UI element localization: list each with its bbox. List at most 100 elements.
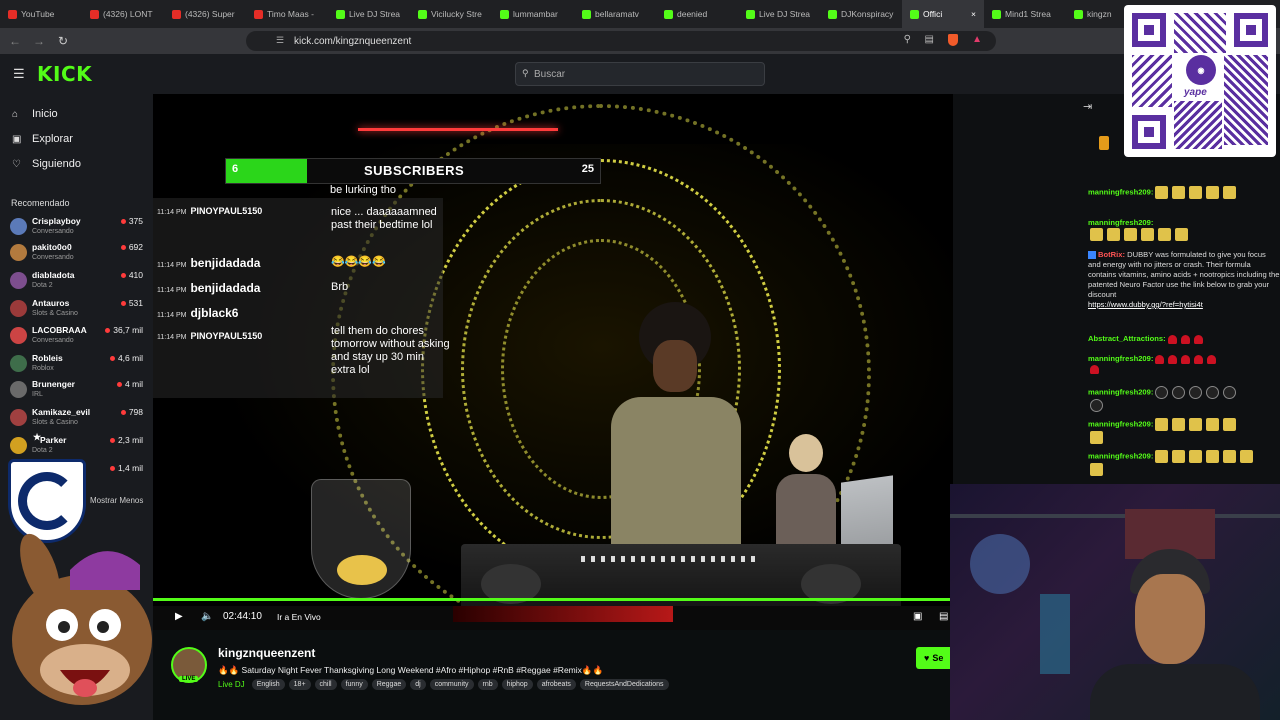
tag[interactable]: chill	[314, 679, 337, 690]
url-field[interactable]: ☰ kick.com/kingznqueenzent ⚲ ▤ ▲	[246, 31, 996, 51]
browser-tab[interactable]: (4326) Super	[164, 0, 246, 28]
tag[interactable]: hiphop	[501, 679, 533, 690]
nav-explore-label: Explorar	[32, 133, 73, 145]
woman-at-laptop	[771, 434, 841, 544]
browser-tab[interactable]: Live DJ Strea	[328, 0, 410, 28]
show-less-button[interactable]: Mostrar Menos	[90, 496, 143, 505]
channel-name: Kamikaze_evil	[32, 407, 91, 417]
channel-name[interactable]: kingznqueenzent	[218, 646, 315, 660]
recommended-channel[interactable]: Parker Dota 2 2,3 mil	[10, 435, 145, 461]
volume-icon[interactable]: 🔈	[201, 611, 213, 622]
kick-icon	[828, 9, 837, 19]
channel-category: Conversando	[32, 254, 74, 261]
chat-message: manningfresh209:	[1088, 418, 1280, 444]
viewer-count: 1,4 mil	[109, 463, 143, 473]
browser-tab[interactable]: lummambar	[492, 0, 574, 28]
tag[interactable]: RequestsAndDedications	[579, 679, 669, 690]
streamer-webcam	[950, 484, 1280, 720]
browser-tab-label: deenied	[677, 9, 708, 19]
recommended-channel[interactable]: diabladota Dota 2 410	[10, 270, 145, 296]
recommended-channel[interactable]: Antauros Slots & Casino 531	[10, 298, 145, 324]
brave-rewards-icon[interactable]: ▲	[972, 34, 982, 45]
chat-message: manningfresh209:	[1088, 186, 1280, 199]
browser-tab[interactable]: deenied	[656, 0, 738, 28]
browser-tab[interactable]: DJKonspiracy	[820, 0, 902, 28]
site-info-icon[interactable]: ☰	[276, 35, 284, 46]
tag[interactable]: dj	[410, 679, 426, 690]
menu-icon[interactable]: ☰	[13, 66, 25, 82]
reload-icon[interactable]: ↻	[54, 32, 72, 50]
go-live-button[interactable]: Ir a En Vivo	[277, 612, 321, 622]
chat-message: manningfresh209:	[1088, 354, 1280, 374]
forward-icon[interactable]: →	[30, 32, 48, 50]
video-player[interactable]: 6 SUBSCRIBERS 25 be lurking tho 11:14 PM…	[153, 94, 953, 610]
stream-title: 🔥🔥 Saturday Night Fever Thanksgiving Lon…	[218, 665, 604, 675]
recommended-channel[interactable]: Brunenger IRL 4 mil	[10, 379, 145, 405]
channel-category: Conversando	[32, 337, 74, 344]
tag[interactable]: funny	[340, 679, 368, 690]
theater-icon[interactable]: ▤	[939, 611, 948, 622]
browser-tab[interactable]: Vicilucky Stre	[410, 0, 492, 28]
follow-button[interactable]: ♥ Se	[916, 647, 953, 669]
zoom-icon[interactable]: ⚲	[904, 34, 911, 45]
overlay-chat-message: 11:14 PM benjidadada 😂😂😂😂	[157, 256, 386, 270]
kick-icon	[500, 9, 509, 19]
browser-tab[interactable]: Live DJ Strea	[738, 0, 820, 28]
search-placeholder: Buscar	[534, 68, 566, 80]
kick-logo[interactable]: KICK	[37, 62, 92, 86]
kick-icon	[746, 9, 755, 19]
pip-icon[interactable]: ▣	[913, 611, 922, 622]
back-icon[interactable]: ←	[6, 32, 24, 50]
recommended-channel[interactable]: LACOBRAAA Conversando 36,7 mil	[10, 325, 145, 351]
channel-category: Slots & Casino	[32, 310, 78, 317]
chat-link[interactable]: https://www.dubby.gg/?ref=hytisi4t	[1088, 300, 1203, 309]
streamer-body	[1090, 664, 1260, 720]
youtube-icon	[254, 9, 263, 19]
browser-tab[interactable]: Offici ×	[902, 0, 984, 28]
video-progress-fill	[153, 598, 953, 601]
kick-icon	[664, 9, 673, 19]
tag[interactable]: afrobeats	[536, 679, 576, 690]
channel-name: pakito0o0	[32, 242, 72, 252]
viewer-count: 692	[120, 242, 143, 252]
overlay-chat-text: be lurking tho	[330, 184, 397, 196]
tag[interactable]: English	[251, 679, 285, 690]
tag[interactable]: Reggae	[371, 679, 407, 690]
youtube-icon	[8, 9, 17, 19]
nav-explore[interactable]: ▣ Explorar	[12, 133, 73, 145]
tag[interactable]: 18+	[288, 679, 311, 690]
search-input[interactable]: ⚲ Buscar	[515, 62, 765, 86]
nav-home[interactable]: ⌂ Inicio	[12, 108, 58, 120]
brave-shield-icon[interactable]	[948, 34, 958, 46]
nav-following-label: Siguiendo	[32, 158, 81, 170]
browser-tab[interactable]: (4326) LONT	[82, 0, 164, 28]
browser-tab-label: YouTube	[21, 9, 55, 19]
video-progress-bar[interactable]	[153, 598, 953, 601]
overlay-chat-message: 11:14 PM djblack6	[157, 306, 239, 320]
kick-icon	[418, 9, 427, 19]
tag[interactable]: community	[429, 679, 474, 690]
heart-icon: ♡	[12, 159, 21, 170]
chat-message: manningfresh209:	[1088, 386, 1280, 412]
browser-tab[interactable]: YouTube	[0, 0, 82, 28]
recommended-channel[interactable]: Kamikaze_evil Slots & Casino 798	[10, 407, 145, 433]
recommended-channel[interactable]: pakito0o0 Conversando 692	[10, 242, 145, 268]
avatar	[10, 218, 27, 235]
channel-category: IRL	[32, 391, 43, 398]
recommended-channel[interactable]: Crisplayboy Conversando 375	[10, 216, 145, 242]
reader-icon[interactable]: ▤	[925, 34, 934, 45]
stream-category[interactable]: Live DJ	[218, 680, 245, 689]
close-tab-icon[interactable]: ×	[971, 9, 976, 19]
recommended-channel[interactable]: Robleis Roblox 4,6 mil	[10, 353, 145, 379]
play-icon[interactable]: ▶	[175, 611, 183, 622]
browser-tab-bar: YouTube (4326) LONT (4326) Super Timo Maas …	[0, 0, 1280, 28]
browser-tab[interactable]: Timo Maas -	[246, 0, 328, 28]
viewer-count: 531	[120, 298, 143, 308]
tag[interactable]: rnb	[477, 679, 498, 690]
nav-following[interactable]: ♡ Siguiendo	[12, 158, 81, 170]
browser-tab[interactable]: Mind1 Strea	[984, 0, 1066, 28]
youtube-icon	[172, 9, 181, 19]
browser-tab[interactable]: bellaramatv	[574, 0, 656, 28]
crest-c-icon	[18, 472, 76, 530]
subscriber-goal-target: 25	[581, 163, 594, 175]
